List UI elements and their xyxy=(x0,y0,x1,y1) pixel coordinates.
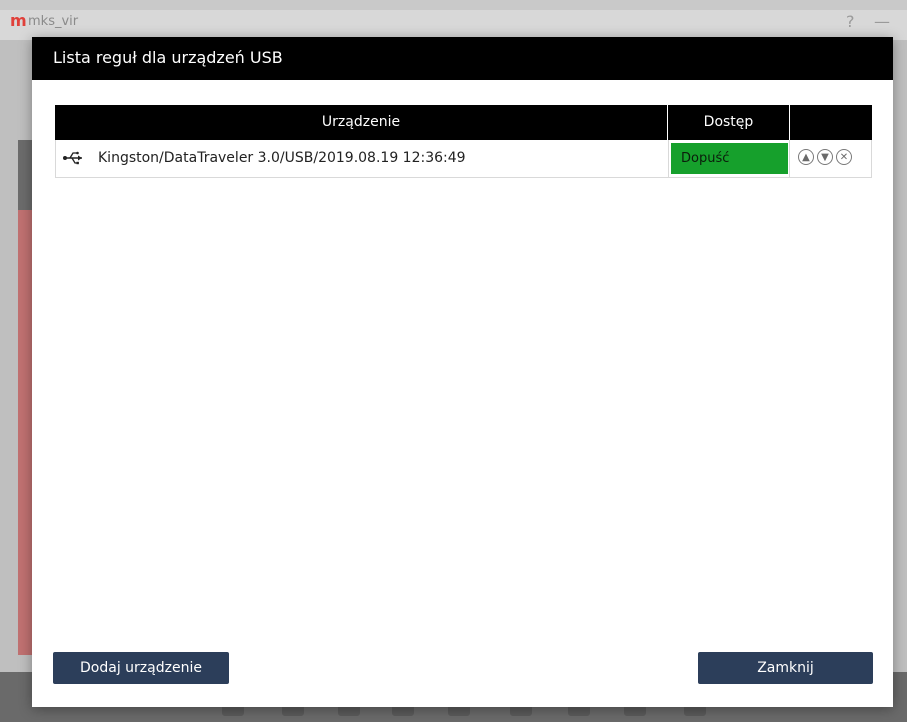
column-header-access[interactable]: Dostęp xyxy=(668,105,790,140)
background-app-title: mks_vir xyxy=(28,14,79,29)
table-header: Urządzenie Dostęp xyxy=(55,105,872,140)
column-header-device[interactable]: Urządzenie xyxy=(55,105,668,140)
access-dropdown[interactable]: Dopuść xyxy=(671,143,788,174)
dialog-title: Lista reguł dla urządzeń USB xyxy=(53,48,283,67)
add-device-button[interactable]: Dodaj urządzenie xyxy=(53,652,229,684)
dialog-header: Lista reguł dla urządzeń USB xyxy=(32,37,893,80)
minimize-icon[interactable]: — xyxy=(874,12,890,31)
usb-icon xyxy=(63,151,82,165)
row-actions: ▲ ▼ ✕ xyxy=(798,149,852,165)
help-icon[interactable]: ? xyxy=(846,12,855,31)
column-header-actions xyxy=(790,105,872,140)
table-row[interactable]: Kingston/DataTraveler 3.0/USB/2019.08.19… xyxy=(55,140,872,178)
move-up-icon[interactable]: ▲ xyxy=(798,149,814,165)
device-name: Kingston/DataTraveler 3.0/USB/2019.08.19… xyxy=(98,150,466,166)
access-cell: Dopuść xyxy=(668,140,790,177)
usb-rules-dialog: Lista reguł dla urządzeń USB Urządzenie … xyxy=(32,37,893,707)
move-down-icon[interactable]: ▼ xyxy=(817,149,833,165)
usb-rules-table: Urządzenie Dostęp Kingston/DataTraveler … xyxy=(55,105,872,178)
close-button[interactable]: Zamknij xyxy=(698,652,873,684)
app-logo: m xyxy=(10,11,27,30)
delete-icon[interactable]: ✕ xyxy=(836,149,852,165)
background-titlebar xyxy=(0,10,907,40)
